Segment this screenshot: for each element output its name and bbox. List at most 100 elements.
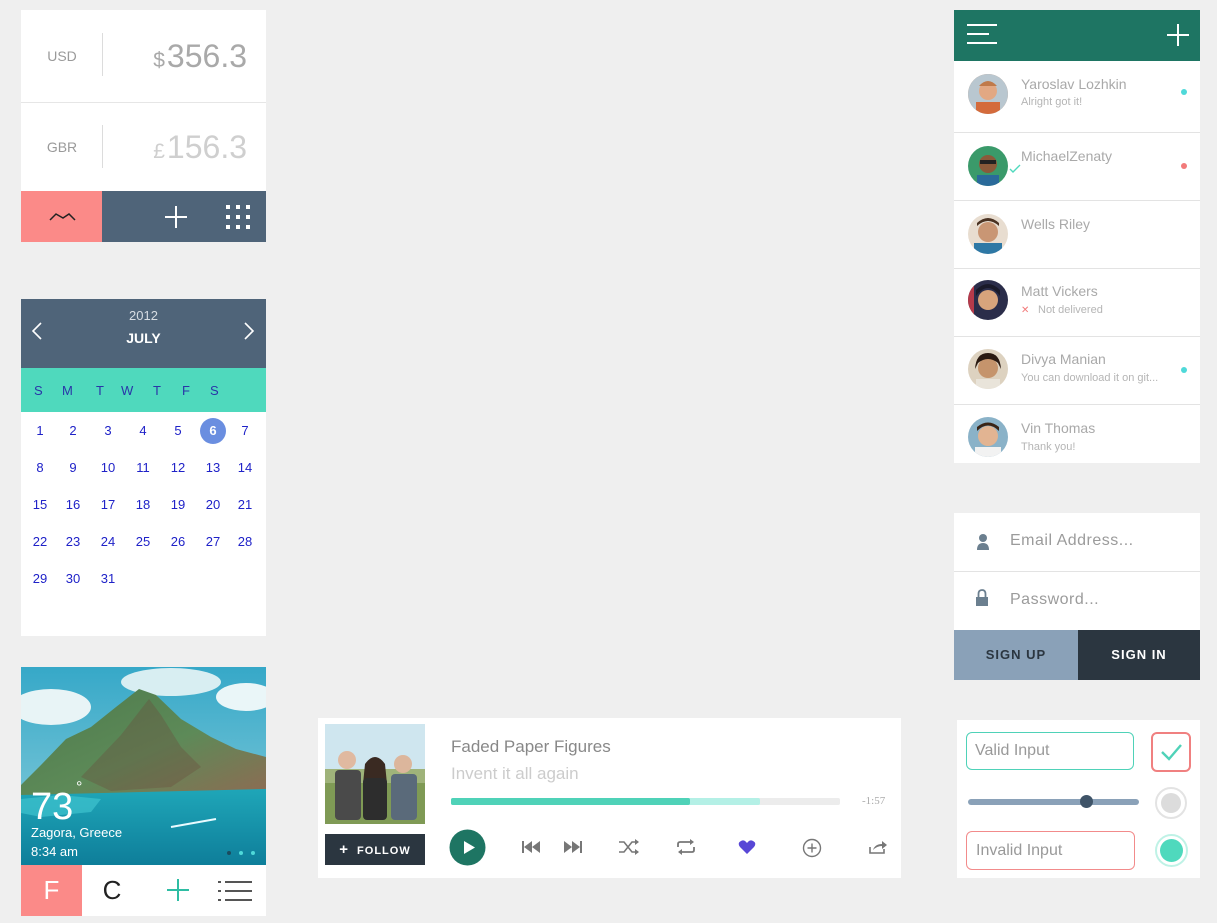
contact-item[interactable]: Wells Riley xyxy=(954,201,1200,269)
contact-message: Alright got it! xyxy=(1021,96,1083,108)
plus-icon xyxy=(1167,24,1189,46)
page-dot[interactable] xyxy=(227,851,231,855)
calendar-day[interactable]: 7 xyxy=(232,418,258,444)
contact-item[interactable]: Divya Manian You can download it on git.… xyxy=(954,337,1200,405)
share-button[interactable] xyxy=(869,839,887,855)
currency-amount: $356.3 xyxy=(153,10,247,102)
calendar-day[interactable]: 21 xyxy=(232,492,258,518)
avatar xyxy=(968,214,1008,254)
day-name: S xyxy=(34,383,43,398)
next-button[interactable] xyxy=(563,839,583,855)
shuffle-button[interactable] xyxy=(618,838,640,856)
calendar-day[interactable]: 11 xyxy=(130,455,156,481)
sign-up-button[interactable]: SIGN UP xyxy=(954,630,1078,680)
calendar-day[interactable]: 29 xyxy=(27,566,53,592)
calendar-day[interactable]: 12 xyxy=(165,455,191,481)
slider[interactable] xyxy=(968,795,1139,808)
calendar-day[interactable]: 13 xyxy=(200,455,226,481)
checkbox[interactable] xyxy=(1151,732,1191,772)
song-subtitle: Invent it all again xyxy=(451,764,579,783)
calendar-day[interactable]: 27 xyxy=(200,529,226,555)
delivered-check-icon xyxy=(1009,164,1021,173)
currency-card: USD $356.3 GBR £156.3 xyxy=(21,10,266,242)
calendar-day[interactable]: 28 xyxy=(232,529,258,555)
like-button[interactable] xyxy=(738,839,756,855)
calendar-day[interactable]: 20 xyxy=(200,492,226,518)
calendar-day[interactable]: 2 xyxy=(60,418,86,444)
valid-input-field[interactable] xyxy=(966,732,1134,770)
add-to-playlist-button[interactable] xyxy=(802,838,822,858)
location: Zagora, Greece xyxy=(31,825,123,840)
contact-item[interactable]: Matt Vickers ✕ Not delivered xyxy=(954,269,1200,337)
calendar-day[interactable]: 6 xyxy=(200,418,226,444)
calendar-day[interactable]: 14 xyxy=(232,455,258,481)
avatar xyxy=(968,146,1008,186)
calendar-day[interactable]: 24 xyxy=(95,529,121,555)
calendar-day[interactable]: 26 xyxy=(165,529,191,555)
lock-icon xyxy=(976,589,988,606)
password-field[interactable]: Password... xyxy=(954,572,1200,630)
play-icon xyxy=(449,829,486,866)
invalid-input-field[interactable] xyxy=(966,831,1135,870)
contact-item[interactable]: Yaroslav Lozhkin Alright got it! xyxy=(954,61,1200,133)
add-city-button[interactable] xyxy=(166,878,190,902)
currency-row-gbr[interactable]: GBR £156.3 xyxy=(21,103,266,191)
calendar-day[interactable]: 9 xyxy=(60,455,86,481)
contact-item[interactable]: MichaelZenaty xyxy=(954,133,1200,201)
calendar-day[interactable]: 18 xyxy=(130,492,156,518)
radio-button-selected[interactable] xyxy=(1155,834,1188,867)
calendar-day[interactable]: 19 xyxy=(165,492,191,518)
page-dot[interactable] xyxy=(251,851,255,855)
calendar-day[interactable]: 1 xyxy=(27,418,53,444)
calendar-day[interactable]: 17 xyxy=(95,492,121,518)
heart-icon xyxy=(738,840,756,854)
email-placeholder: Email Address... xyxy=(1010,532,1134,549)
plus-icon xyxy=(167,879,189,901)
trend-button[interactable] xyxy=(21,191,102,242)
calendar-day[interactable]: 4 xyxy=(130,418,156,444)
temperature: 73 xyxy=(31,786,74,828)
grid-menu-button[interactable] xyxy=(225,204,251,230)
repeat-button[interactable] xyxy=(675,838,697,856)
previous-button[interactable] xyxy=(521,839,541,855)
list-button[interactable] xyxy=(217,879,253,903)
contact-item[interactable]: Vin Thomas Thank you! xyxy=(954,405,1200,463)
calendar-day[interactable]: 23 xyxy=(60,529,86,555)
calendar-day[interactable]: 5 xyxy=(165,418,191,444)
contact-name: Wells Riley xyxy=(1021,216,1090,232)
calendar-day[interactable]: 22 xyxy=(27,529,53,555)
user-icon xyxy=(977,534,989,550)
progress-bar[interactable] xyxy=(451,798,840,805)
follow-button[interactable]: + FOLLOW xyxy=(325,834,425,865)
trend-icon xyxy=(49,213,76,221)
contact-message: Not delivered xyxy=(1038,304,1103,316)
currency-row-usd[interactable]: USD $356.3 xyxy=(21,10,266,102)
page-dot[interactable] xyxy=(239,851,243,855)
calendar-day[interactable]: 3 xyxy=(95,418,121,444)
calendar-day[interactable]: 25 xyxy=(130,529,156,555)
calendar-day[interactable]: 10 xyxy=(95,455,121,481)
add-contact-button[interactable] xyxy=(1166,23,1190,47)
music-player: + FOLLOW Faded Paper Figures Invent it al… xyxy=(318,718,901,878)
calendar-month: JULY xyxy=(126,330,161,346)
calendar-day[interactable]: 15 xyxy=(27,492,53,518)
add-button[interactable] xyxy=(164,205,188,229)
currency-code: GBR xyxy=(46,139,78,155)
slider-handle[interactable] xyxy=(1080,795,1093,808)
radio-button-unselected[interactable] xyxy=(1155,787,1187,819)
fahrenheit-button[interactable]: F xyxy=(21,865,82,916)
album-art xyxy=(325,724,425,824)
sign-in-button[interactable]: SIGN IN xyxy=(1078,630,1200,680)
calendar-day[interactable]: 8 xyxy=(27,455,53,481)
email-field[interactable]: Email Address... xyxy=(954,513,1200,571)
calendar: 2012 JULY S M T W T F S 1 2 3 4 5 6 7 8 9 10 11 12 1… xyxy=(21,299,266,636)
calendar-day[interactable]: 31 xyxy=(95,566,121,592)
calendar-day[interactable]: 16 xyxy=(60,492,86,518)
avatar xyxy=(968,280,1008,320)
next-month-button[interactable] xyxy=(239,319,257,343)
calendar-day[interactable]: 30 xyxy=(60,566,86,592)
play-button[interactable] xyxy=(449,829,486,866)
online-status-dot xyxy=(1181,89,1187,95)
menu-button[interactable] xyxy=(967,23,997,45)
celsius-button[interactable]: C xyxy=(82,865,142,916)
